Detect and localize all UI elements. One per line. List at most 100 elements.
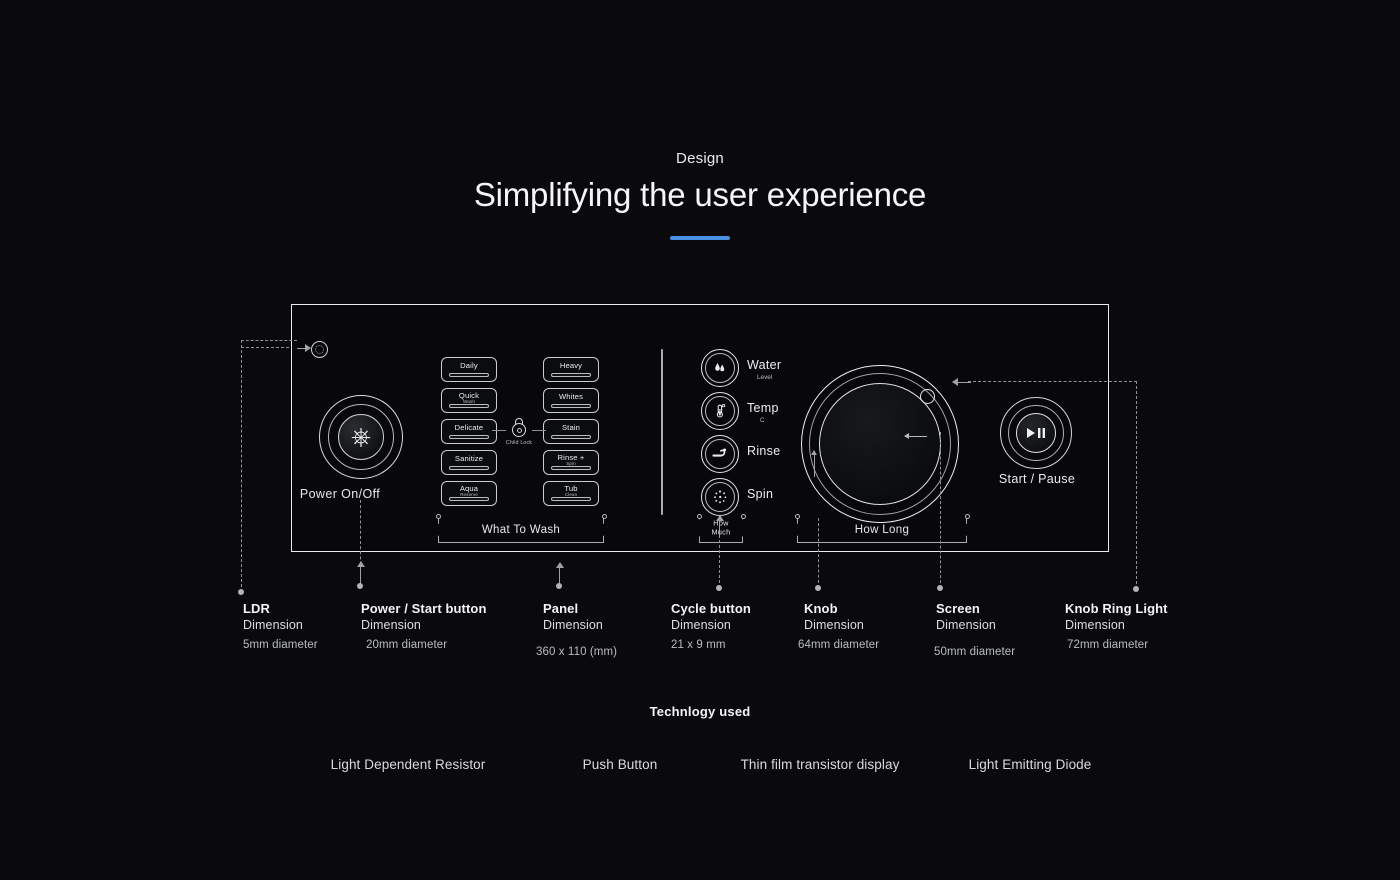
cycle-indicator-bar (551, 466, 591, 470)
callout-screen-value: 50mm diameter (934, 646, 1016, 658)
cycle-button-aqua-reserve[interactable]: Aqua Reserve (441, 481, 497, 506)
callout-knob-ring-light: Knob Ring Light Dimension (1065, 601, 1168, 632)
power-button[interactable]: ⎈ (319, 395, 403, 479)
knob-ring-leader-arrow (811, 450, 817, 477)
callout-power-value: 20mm diameter (366, 639, 448, 651)
callout-knob: Knob Dimension (804, 601, 864, 632)
cycle-button-stain[interactable]: Stain (543, 419, 599, 444)
slide-header: Design Simplifying the user experience (0, 150, 1400, 240)
section-kicker: Design (676, 150, 724, 167)
spin-button[interactable] (701, 478, 739, 516)
callout-title: LDR (243, 601, 271, 616)
water-level-button[interactable] (701, 349, 739, 387)
callout-title: Knob (804, 601, 838, 616)
start-pause-label: Start / Pause (998, 472, 1076, 486)
cycle-indicator-bar (449, 497, 489, 501)
callout-ldr: LDR Dimension (243, 601, 303, 632)
water-level-sublabel: Level (757, 374, 773, 381)
water-drops-icon (705, 353, 735, 383)
callout-title: Screen (936, 601, 980, 616)
temp-sublabel: C (760, 417, 765, 424)
slide-canvas: Design Simplifying the user experience ⎈… (0, 0, 1400, 880)
rinse-icon (705, 439, 735, 469)
callout-sub: Dimension (243, 618, 303, 632)
lock-icon (512, 423, 526, 437)
cycle-button-tub-clean[interactable]: Tub Clean (543, 481, 599, 506)
callout-title: Cycle button (671, 601, 751, 616)
rinse-label: Rinse (747, 444, 781, 458)
callout-sub: Dimension (543, 618, 603, 632)
cycle-column-right: Heavy Whites Stain Rinse + Spin Tub Clea… (543, 357, 599, 512)
cycle-leader-dot (716, 585, 722, 591)
screen-leader-v (940, 432, 941, 588)
cycle-leader-v (719, 540, 720, 588)
child-lock-control[interactable]: Child Lock (492, 418, 546, 453)
power-leader-dot (357, 583, 363, 589)
ring-leader-dot (1133, 586, 1139, 592)
cycle-label: Heavy (559, 360, 583, 370)
knob-leader-dot (815, 585, 821, 591)
cycle-indicator-bar (449, 404, 489, 408)
cycle-indicator-bar (551, 404, 591, 408)
callout-panel-value: 360 x 110 (mm) (536, 646, 618, 658)
knob-indicator (920, 389, 935, 404)
ldr-leader-h (241, 340, 297, 341)
panel-leader-dot (556, 583, 562, 589)
cycle-label: Stain (561, 422, 581, 432)
spin-label: Spin (747, 487, 774, 501)
cycle-label: Delicate (454, 422, 484, 432)
power-button-label: Power On/Off (299, 487, 381, 501)
cycle-button-heavy[interactable]: Heavy (543, 357, 599, 382)
ldr-leader-v (241, 340, 242, 592)
thermometer-icon (705, 396, 735, 426)
bracket-what-to-wash: What To Wash (435, 514, 607, 543)
bracket-label: How Much (699, 519, 743, 537)
cycle-indicator-bar (449, 466, 489, 470)
cycle-button-whites[interactable]: Whites (543, 388, 599, 413)
cycle-indicator-bar (551, 497, 591, 501)
power-icon: ⎈ (350, 422, 371, 451)
ring-leader-v (1136, 381, 1137, 589)
knob-leader-v (818, 518, 819, 588)
cycle-indicator-bar (551, 373, 591, 377)
cycle-column-left: Daily Quick Wash Delicate Sanitize Aqua … (441, 357, 497, 512)
cycle-label: Sanitize (454, 453, 484, 463)
ring-leader-h (968, 381, 1137, 382)
callout-ldr-value: 5mm diameter (243, 639, 318, 651)
ldr-leader-h2 (241, 347, 289, 348)
callout-title: Panel (543, 601, 579, 616)
callout-knob-value: 64mm diameter (798, 639, 880, 651)
control-panel: ⎈ Power On/Off Daily Quick Wash Delicate… (291, 304, 1109, 552)
callout-title: Power / Start button (361, 601, 487, 616)
bracket-label: What To Wash (438, 523, 604, 536)
cycle-button-quick-wash[interactable]: Quick Wash (441, 388, 497, 413)
water-level-label: Water (747, 358, 782, 372)
temp-button[interactable] (701, 392, 739, 430)
cycle-button-rinse-spin[interactable]: Rinse + Spin (543, 450, 599, 475)
cycle-button-sanitize[interactable]: Sanitize (441, 450, 497, 475)
bracket-label: How Long (797, 523, 967, 536)
cycle-indicator-bar (551, 435, 591, 439)
technology-heading: Technlogy used (649, 704, 751, 719)
screen-leader-arrow (904, 433, 927, 439)
page-title: Simplifying the user experience (473, 176, 927, 213)
callout-sub: Dimension (1065, 618, 1125, 632)
time-knob[interactable] (801, 365, 959, 523)
ldr-leader-arrow (297, 344, 311, 352)
callout-sub: Dimension (671, 618, 731, 632)
rinse-button[interactable] (701, 435, 739, 473)
callout-power-start-button: Power / Start button Dimension (361, 601, 487, 632)
ldr-leader-dot (238, 589, 244, 595)
cycle-button-daily[interactable]: Daily (441, 357, 497, 382)
cycle-label: Daily (460, 360, 478, 370)
panel-divider (661, 349, 663, 515)
child-lock-label: Child Lock (505, 440, 533, 446)
start-pause-button[interactable] (1000, 397, 1072, 469)
callout-cycle-value: 21 x 9 mm (671, 639, 726, 651)
callout-cycle-button: Cycle button Dimension (671, 601, 751, 632)
cycle-leader-arrow (715, 515, 724, 538)
callout-sub: Dimension (804, 618, 864, 632)
cycle-indicator-bar (449, 435, 489, 439)
technology-item-tft: Thin film transistor display (740, 757, 900, 772)
callout-sub: Dimension (936, 618, 996, 632)
